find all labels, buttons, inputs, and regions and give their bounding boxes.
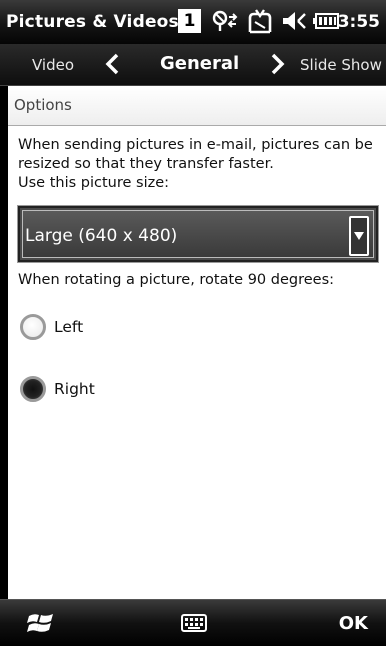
clock[interactable]: 3:55 (338, 12, 380, 32)
app-title: Pictures & Videos (6, 12, 179, 32)
tab-general[interactable]: General (160, 53, 239, 74)
radio-right-label[interactable]: Right (54, 380, 95, 398)
radio-right-row[interactable]: Right (20, 376, 95, 402)
ok-button[interactable]: OK (339, 613, 368, 634)
battery-icon[interactable] (313, 8, 339, 34)
description-text: When sending pictures in e-mail, picture… (8, 126, 386, 193)
chevron-right-icon[interactable] (270, 52, 286, 82)
windows-flag-icon[interactable] (26, 610, 56, 636)
tab-strip: Video General Slide Show (0, 44, 386, 86)
left-gutter (0, 86, 8, 599)
connectivity-icon[interactable] (211, 8, 241, 34)
volume-icon[interactable] (281, 8, 309, 34)
radio-left[interactable] (20, 314, 46, 340)
picture-size-dropdown[interactable]: Large (640 x 480) (17, 205, 379, 263)
section-header: Options (8, 86, 386, 126)
radio-left-row[interactable]: Left (20, 314, 83, 340)
picture-size-value[interactable]: Large (640 x 480) (25, 226, 177, 246)
size-label: Use this picture size: (18, 175, 170, 191)
dropdown-arrow-icon[interactable] (349, 216, 369, 256)
tab-slide-show[interactable]: Slide Show (300, 56, 382, 74)
radio-right[interactable] (20, 376, 46, 402)
dropdown-field[interactable]: Large (640 x 480) (22, 210, 374, 258)
chevron-left-icon[interactable] (104, 52, 120, 82)
missed-call-icon[interactable] (246, 8, 274, 34)
status-bar: Pictures & Videos 1 3:55 (0, 0, 386, 44)
resize-description: When sending pictures in e-mail, picture… (18, 137, 373, 172)
tab-video[interactable]: Video (32, 56, 74, 74)
keyboard-icon[interactable] (181, 614, 207, 632)
options-panel: Options When sending pictures in e-mail,… (8, 86, 386, 599)
notification-badge[interactable]: 1 (178, 9, 201, 33)
radio-left-label[interactable]: Left (54, 318, 83, 336)
bottom-bar: OK (0, 599, 386, 646)
rotate-label: When rotating a picture, rotate 90 degre… (18, 272, 335, 288)
